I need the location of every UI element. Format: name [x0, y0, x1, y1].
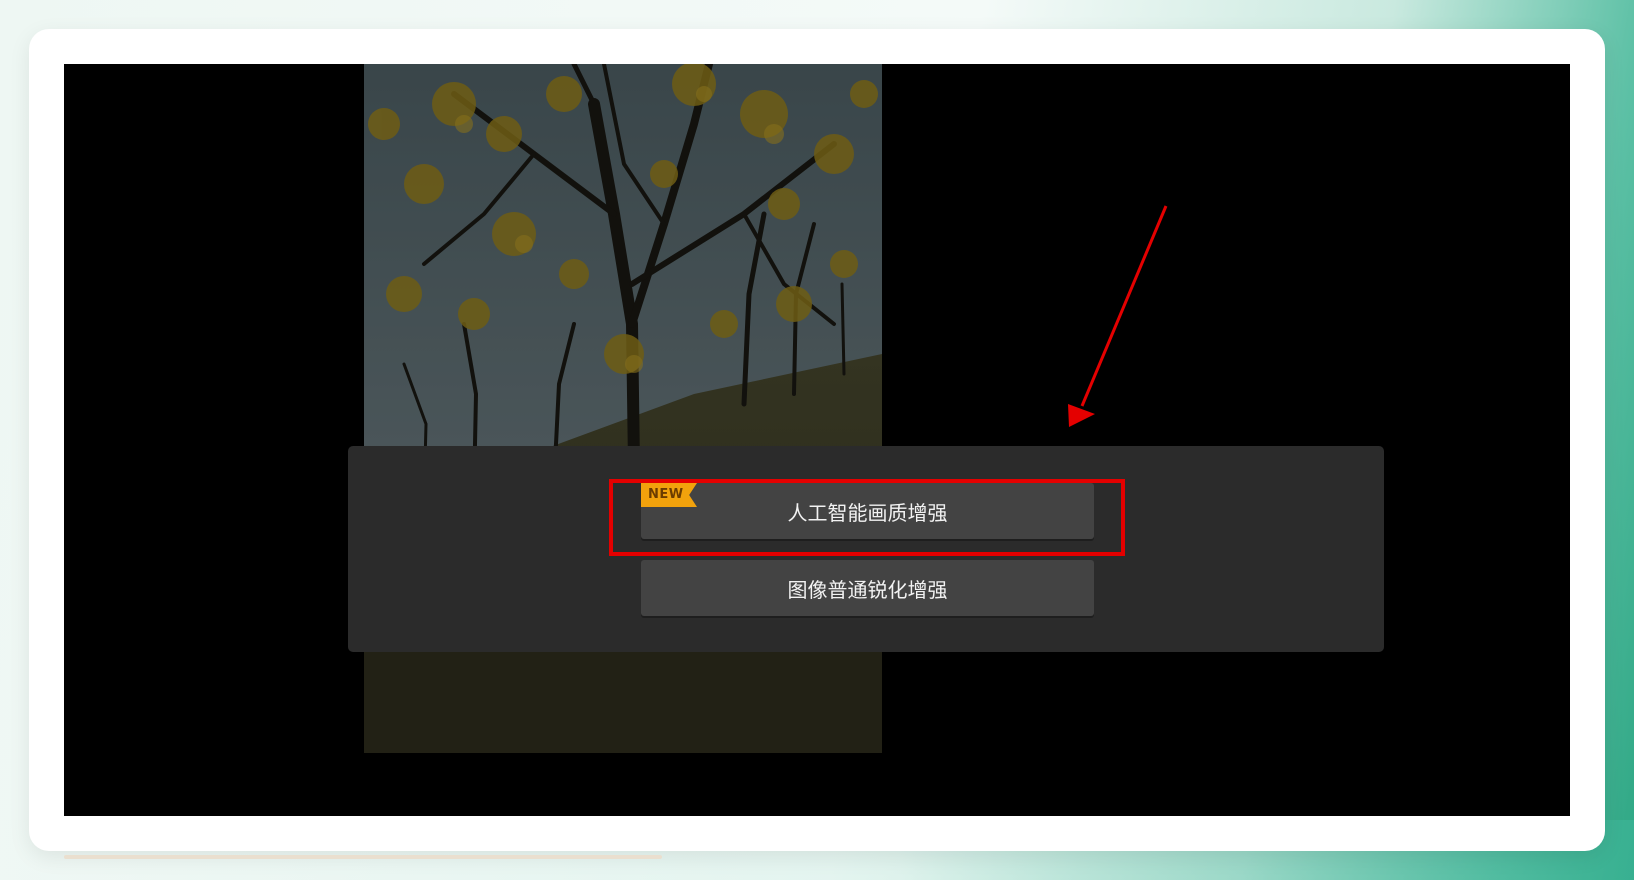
enhance-options-panel: NEW 人工智能画质增强 图像普通锐化增强 [348, 446, 1384, 652]
image-preview-stage: NEW 人工智能画质增强 图像普通锐化增强 [64, 64, 1570, 816]
ai-quality-enhance-label: 人工智能画质增强 [787, 500, 948, 525]
normal-sharpen-enhance-button[interactable]: 图像普通锐化增强 [641, 560, 1094, 616]
normal-sharpen-enhance-label: 图像普通锐化增强 [787, 577, 948, 602]
new-badge: NEW [641, 483, 697, 507]
progress-underline [64, 855, 662, 859]
ai-quality-enhance-button[interactable]: NEW 人工智能画质增强 [641, 483, 1094, 539]
